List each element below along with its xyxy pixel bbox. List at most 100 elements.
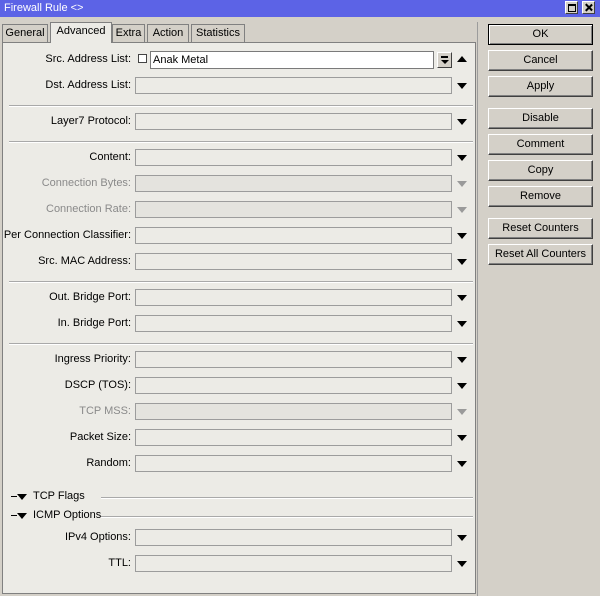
ttl-label: TTL:	[108, 557, 131, 569]
src-address-list-label: Src. Address List:	[45, 53, 131, 65]
in-bridge-port-label: In. Bridge Port:	[57, 317, 131, 329]
expand-down-icon[interactable]	[457, 561, 467, 567]
tab-advanced[interactable]: Advanced	[50, 22, 112, 43]
close-button[interactable]	[582, 1, 595, 14]
expand-down-icon[interactable]	[457, 383, 467, 389]
expand-down-icon[interactable]	[457, 119, 467, 125]
dscp-tos-input[interactable]	[135, 377, 452, 394]
ipv4-options-input[interactable]	[135, 529, 452, 546]
expand-down-icon[interactable]	[457, 357, 467, 363]
expand-down-icon[interactable]	[457, 321, 467, 327]
apply-button[interactable]: Apply	[488, 76, 593, 97]
expand-down-icon[interactable]	[457, 181, 467, 187]
content-row: Content:	[3, 148, 477, 168]
divider	[477, 22, 478, 596]
content-label: Content:	[89, 151, 131, 163]
reset-all-counters-button[interactable]: Reset All Counters	[488, 244, 593, 265]
sline	[101, 516, 473, 518]
separator	[9, 105, 473, 107]
reset-counters-button[interactable]: Reset Counters	[488, 218, 593, 239]
connection-bytes-label: Connection Bytes:	[41, 177, 131, 189]
src-mac-address-input[interactable]	[135, 253, 452, 270]
layer7-protocol-label: Layer7 Protocol:	[50, 115, 131, 127]
tab-action[interactable]: Action	[147, 24, 189, 42]
content-input[interactable]	[135, 149, 452, 166]
expand-down-icon[interactable]	[457, 155, 467, 161]
tab-general[interactable]: General	[2, 24, 48, 42]
expand-down-icon[interactable]	[457, 435, 467, 441]
src-mac-address-row: Src. MAC Address:	[3, 252, 477, 272]
src-address-list-row: Src. Address List: Anak Metal	[3, 50, 477, 70]
dst-address-list-row: Dst. Address List:	[3, 76, 477, 96]
title-bar: Firewall Rule <>	[0, 0, 600, 17]
advanced-panel: Src. Address List: Anak Metal Dst. Addre…	[2, 42, 476, 594]
packet-size-label: Packet Size:	[69, 431, 131, 443]
ttl-input[interactable]	[135, 555, 452, 572]
expand-down-icon[interactable]	[457, 535, 467, 541]
random-label: Random:	[86, 457, 131, 469]
ingress-priority-input[interactable]	[135, 351, 452, 368]
dropdown-button[interactable]	[437, 52, 452, 68]
ingress-priority-row: Ingress Priority:	[3, 350, 477, 370]
per-connection-classifier-row: Per Connection Classifier:	[3, 226, 477, 246]
separator	[9, 343, 473, 345]
tcp-flags-section[interactable]: TCP Flags	[9, 490, 475, 504]
connection-bytes-input[interactable]	[135, 175, 452, 192]
layer7-protocol-row: Layer7 Protocol:	[3, 112, 477, 132]
layer7-protocol-input[interactable]	[135, 113, 452, 130]
ok-button[interactable]: OK	[488, 24, 593, 45]
expand-down-icon[interactable]	[457, 83, 467, 89]
tab-statistics[interactable]: Statistics	[191, 24, 245, 42]
sline	[101, 497, 473, 499]
collapse-up-icon[interactable]	[457, 56, 467, 62]
collapse-triangle-icon	[17, 513, 27, 519]
cancel-button[interactable]: Cancel	[488, 50, 593, 71]
src-mac-address-label: Src. MAC Address:	[38, 255, 131, 267]
dscp-tos-row: DSCP (TOS):	[3, 376, 477, 396]
connection-rate-input[interactable]	[135, 201, 452, 218]
ipv4-options-label: IPv4 Options:	[64, 531, 131, 543]
tcp-mss-label: TCP MSS:	[79, 405, 131, 417]
in-bridge-port-input[interactable]	[135, 315, 452, 332]
ipv4-options-row: IPv4 Options:	[3, 528, 477, 548]
tcp-mss-row: TCP MSS:	[3, 402, 477, 422]
src-address-list-field: Anak Metal	[135, 51, 452, 69]
expand-down-icon[interactable]	[457, 461, 467, 467]
dst-address-list-input[interactable]	[135, 77, 452, 94]
in-bridge-port-row: In. Bridge Port:	[3, 314, 477, 334]
connection-rate-row: Connection Rate:	[3, 200, 477, 220]
connection-bytes-row: Connection Bytes:	[3, 174, 477, 194]
dscp-tos-label: DSCP (TOS):	[64, 379, 131, 391]
tcp-mss-input[interactable]	[135, 403, 452, 420]
out-bridge-port-label: Out. Bridge Port:	[49, 291, 131, 303]
connection-rate-label: Connection Rate:	[46, 203, 131, 215]
comment-button[interactable]: Comment	[488, 134, 593, 155]
expand-down-icon[interactable]	[457, 207, 467, 213]
out-bridge-port-input[interactable]	[135, 289, 452, 306]
expand-down-icon[interactable]	[457, 259, 467, 265]
collapse-triangle-icon	[17, 494, 27, 500]
packet-size-row: Packet Size:	[3, 428, 477, 448]
maximize-button[interactable]	[565, 1, 578, 14]
expand-down-icon[interactable]	[457, 295, 467, 301]
ttl-row: TTL:	[3, 554, 477, 574]
remove-button[interactable]: Remove	[488, 186, 593, 207]
out-bridge-port-row: Out. Bridge Port:	[3, 288, 477, 308]
separator	[9, 281, 473, 283]
random-input[interactable]	[135, 455, 452, 472]
src-address-list-input[interactable]: Anak Metal	[150, 51, 434, 69]
per-connection-classifier-label: Per Connection Classifier:	[3, 229, 131, 241]
expand-down-icon[interactable]	[457, 233, 467, 239]
icmp-options-label: ICMP Options	[33, 509, 102, 521]
copy-button[interactable]: Copy	[488, 160, 593, 181]
expand-down-icon[interactable]	[457, 409, 467, 415]
icmp-options-section[interactable]: ICMP Options	[9, 509, 475, 523]
tab-extra[interactable]: Extra	[112, 24, 145, 42]
packet-size-input[interactable]	[135, 429, 452, 446]
tcp-flags-label: TCP Flags	[33, 490, 85, 502]
per-connection-classifier-input[interactable]	[135, 227, 452, 244]
negate-checkbox[interactable]	[138, 54, 147, 63]
disable-button[interactable]: Disable	[488, 108, 593, 129]
window-title: Firewall Rule <>	[4, 2, 84, 14]
ingress-priority-label: Ingress Priority:	[54, 353, 131, 365]
